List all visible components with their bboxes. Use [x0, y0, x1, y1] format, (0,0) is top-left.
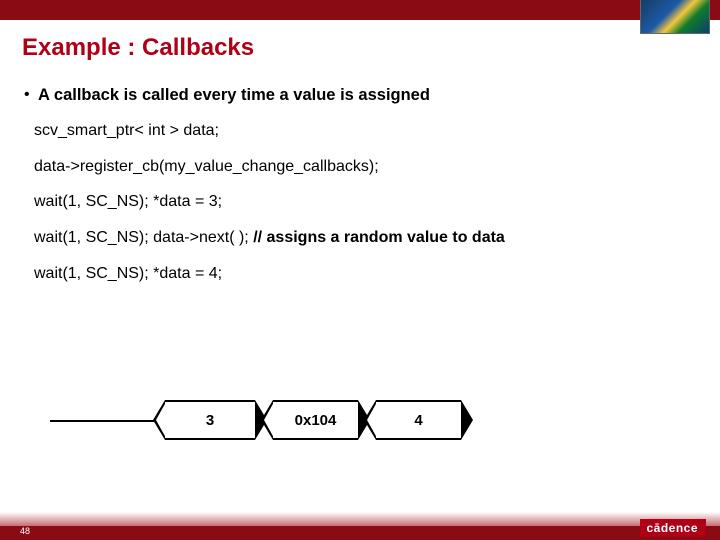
footer-bar — [0, 526, 720, 540]
wave-cell-2: 0x104 — [273, 400, 358, 440]
wave-lead-line — [50, 420, 165, 422]
code-line-4: wait(1, SC_NS); data->next( ); // assign… — [34, 227, 696, 249]
footer-gradient — [0, 512, 720, 526]
header-bar — [0, 0, 720, 20]
slide-title: Example : Callbacks — [22, 34, 720, 62]
code-line-4-comment: // assigns a random value to data — [253, 229, 505, 246]
code-line-5: wait(1, SC_NS); *data = 4; — [34, 263, 696, 285]
waveform-diagram: 3 0x104 4 — [50, 400, 570, 450]
wave-value-2: 0x104 — [295, 412, 337, 429]
wave-cell-3: 4 — [376, 400, 461, 440]
code-line-4-code: wait(1, SC_NS); data->next( ); — [34, 229, 253, 246]
wave-cell-1: 3 — [165, 400, 255, 440]
code-line-1: scv_smart_ptr< int > data; — [34, 120, 696, 142]
bullet-text: A callback is called every time a value … — [38, 84, 430, 106]
bullet-marker: • — [24, 84, 38, 106]
wave-value-3: 4 — [414, 412, 422, 429]
bullet-item: • A callback is called every time a valu… — [24, 84, 696, 106]
page-number: 48 — [20, 526, 30, 536]
corner-logo-image — [640, 0, 710, 34]
brand-logo: cādence — [640, 519, 706, 537]
code-line-2: data->register_cb(my_value_change_callba… — [34, 156, 696, 178]
wave-cells: 3 0x104 4 — [165, 400, 479, 440]
slide-body: • A callback is called every time a valu… — [24, 84, 696, 284]
code-line-3: wait(1, SC_NS); *data = 3; — [34, 191, 696, 213]
wave-value-1: 3 — [206, 412, 214, 429]
